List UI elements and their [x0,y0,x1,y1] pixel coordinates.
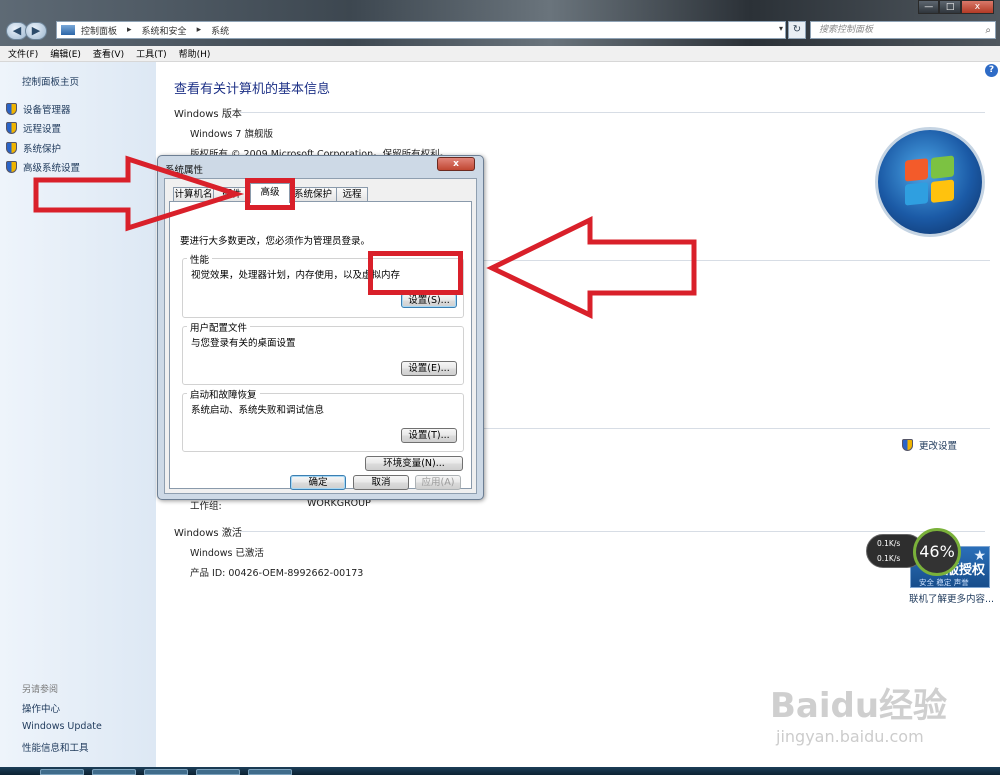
startup-recovery-group: 启动和故障恢复 系统启动、系统失败和调试信息 设置(T)... [182,387,464,452]
left-pointing-arrow [486,215,697,319]
section-divider [484,428,990,429]
dialog-body: 计算机名 硬件 高级 系统保护 远程 要进行大多数更改，您必须作为管理员登录。 … [164,178,477,494]
user-profiles-group: 用户配置文件 与您登录有关的桌面设置 设置(E)... [182,320,464,385]
menu-tools[interactable]: 工具(T) [136,47,167,60]
section-divider [240,112,985,113]
maximize-button[interactable]: □ [939,0,961,14]
left-nav-pane: 控制面板主页 设备管理器 远程设置 系统保护 高级系统设置 另请参阅 操作中心 … [0,62,156,775]
task-label: 设备管理器 [23,105,71,116]
performance-settings-button[interactable]: 设置(S)... [401,293,457,308]
apply-button[interactable]: 应用(A) [415,475,461,490]
user-profiles-settings-button[interactable]: 设置(E)... [401,361,457,376]
refresh-button[interactable]: ↻ [788,21,806,39]
change-settings-link[interactable]: 更改设置 [902,438,957,452]
taskbar-button[interactable] [92,769,136,775]
windows-flag-icon [905,155,955,206]
upload-speed: 0.1K/s [877,539,901,548]
breadcrumb-separator: ▸ [196,25,202,35]
advanced-system-settings-link[interactable]: 高级系统设置 [6,160,80,174]
edition-text: Windows 7 旗舰版 [190,129,273,140]
taskbar-button[interactable] [248,769,292,775]
windows-logo [878,130,982,234]
section-divider [484,260,990,261]
forward-button[interactable]: ▶ [25,22,47,40]
menu-help[interactable]: 帮助(H) [179,47,211,60]
cancel-button[interactable]: 取消 [353,475,409,490]
see-also-heading: 另请参阅 [22,685,59,695]
activation-heading: Windows 激活 [174,528,242,539]
shield-icon [902,439,913,451]
search-placeholder: 搜索控制面板 [819,25,874,35]
cpu-usage-gauge: 46% [913,528,961,576]
download-speed: 0.1K/s [877,554,901,563]
user-profiles-desc: 与您登录有关的桌面设置 [191,338,296,349]
page-title: 查看有关计算机的基本信息 [174,82,331,97]
system-protection-link[interactable]: 系统保护 [6,141,61,155]
control-panel-home-link[interactable]: 控制面板主页 [22,74,79,88]
control-panel-icon [61,25,75,35]
badge-subtitle: 安全 稳定 声誉 [919,578,969,587]
minimize-button[interactable]: — [918,0,940,14]
task-label: 系统保护 [23,144,62,155]
admin-note: 要进行大多数更改，您必须作为管理员登录。 [180,236,371,247]
startup-recovery-title: 启动和故障恢复 [187,387,260,401]
menu-edit[interactable]: 编辑(E) [50,47,81,60]
taskbar-button[interactable] [196,769,240,775]
activation-status: Windows 已激活 [190,548,264,559]
user-profiles-title: 用户配置文件 [187,320,251,334]
workgroup-label: 工作组: [190,501,222,512]
windows-edition-heading: Windows 版本 [174,109,242,120]
task-label: 高级系统设置 [23,163,81,174]
change-settings-label: 更改设置 [919,441,958,452]
taskbar-button[interactable] [40,769,84,775]
ok-button[interactable]: 确定 [290,475,346,490]
remote-settings-link[interactable]: 远程设置 [6,121,61,135]
startup-recovery-settings-button[interactable]: 设置(T)... [401,428,457,443]
advanced-tab-panel: 要进行大多数更改，您必须作为管理员登录。 性能 视觉效果，处理器计划，内存使用，… [169,201,472,489]
section-divider [240,531,985,532]
device-manager-link[interactable]: 设备管理器 [6,102,71,116]
taskbar-button[interactable] [144,769,188,775]
tab-advanced[interactable]: 高级 [250,183,290,203]
search-input[interactable]: 搜索控制面板 ⌕ [810,21,996,39]
shield-icon [6,142,17,154]
product-id: 产品 ID: 00426-OEM-8992662-00173 [190,568,364,579]
windows-update-link[interactable]: Windows Update [22,721,102,732]
dialog-close-button[interactable]: x [437,157,475,171]
close-window-button[interactable]: x [960,0,994,14]
breadcrumb-item[interactable]: 系统和安全 [142,24,187,37]
address-bar[interactable]: 控制面板 ▸ 系统和安全 ▸ 系统 ▾ [56,21,786,39]
help-icon[interactable]: ? [985,64,998,77]
performance-info-link[interactable]: 性能信息和工具 [22,740,89,754]
learn-more-link[interactable]: 联机了解更多内容... [909,591,994,605]
tab-remote[interactable]: 远程 [336,187,368,202]
performance-title: 性能 [187,252,213,266]
environment-variables-button[interactable]: 环境变量(N)... [365,456,463,471]
menu-bar: 文件(F) 编辑(E) 查看(V) 工具(T) 帮助(H) [0,46,1000,62]
breadcrumb-item[interactable]: 控制面板 [81,24,117,37]
breadcrumb-separator: ▸ [127,25,132,35]
startup-recovery-desc: 系统启动、系统失败和调试信息 [191,405,325,416]
chevron-down-icon[interactable]: ▾ [779,24,783,33]
tab-computer-name[interactable]: 计算机名 [173,187,214,202]
search-icon[interactable]: ⌕ [985,23,991,39]
baidu-watermark-logo: Baidu经验 [770,686,948,726]
task-label: 远程设置 [23,124,62,135]
baidu-watermark-url: jingyan.baidu.com [776,727,924,746]
tab-system-protection[interactable]: 系统保护 [289,187,337,202]
dialog-title: 系统属性 [165,165,204,176]
system-properties-dialog: 系统属性 x 计算机名 硬件 高级 系统保护 远程 要进行大多数更改，您必须作为… [157,155,484,500]
highlight-settings-button [368,251,463,295]
menu-view[interactable]: 查看(V) [93,47,124,60]
shield-icon [6,103,17,115]
window-controls: — □ x [918,0,994,14]
shield-icon [6,122,17,134]
action-center-link[interactable]: 操作中心 [22,701,60,715]
breadcrumb-item[interactable]: 系统 [211,24,229,37]
shield-icon [6,161,17,173]
menu-file[interactable]: 文件(F) [8,47,38,60]
